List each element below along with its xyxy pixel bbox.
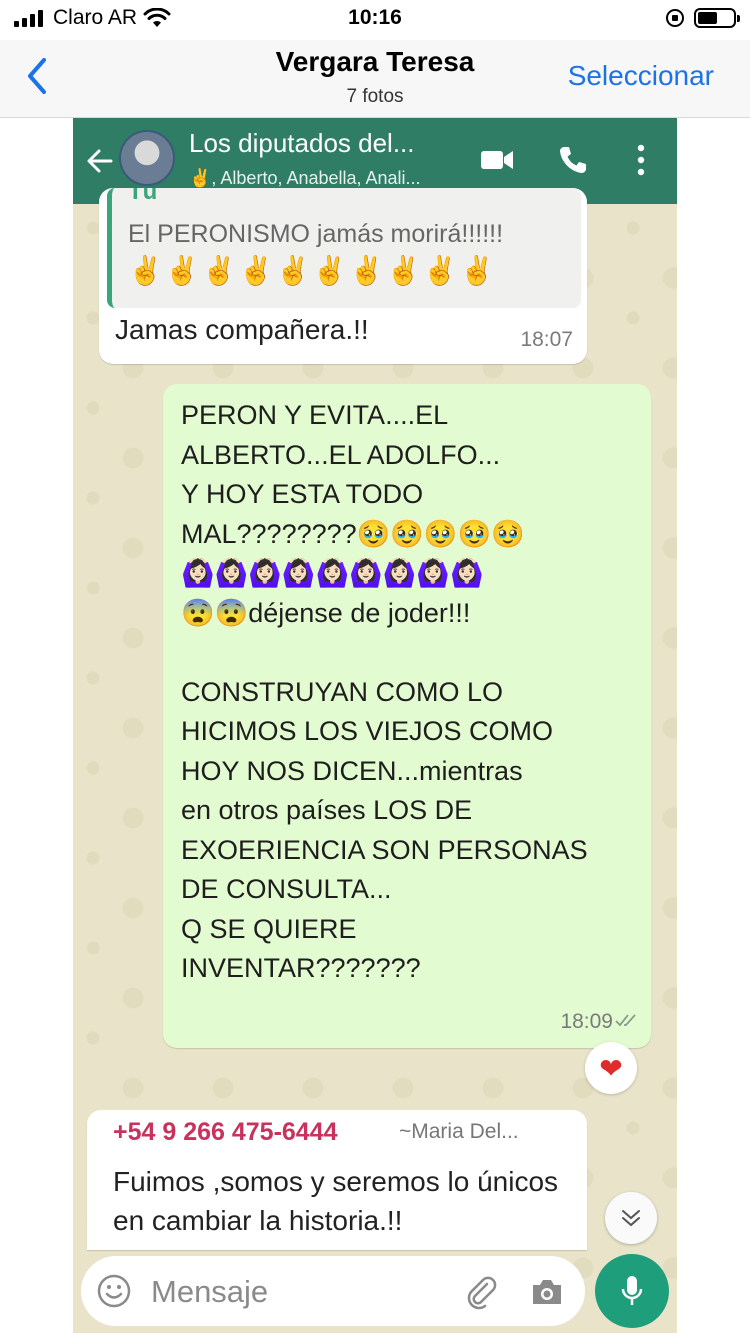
paperclip-icon[interactable] [463, 1274, 499, 1310]
video-call-icon[interactable] [479, 146, 515, 174]
group-members: ✌️, Alberto, Anabella, Anali... [189, 168, 421, 188]
camera-icon[interactable] [529, 1276, 565, 1308]
quoted-emoji: ✌️✌️✌️✌️✌️✌️✌️✌️✌️✌️ [128, 255, 497, 286]
status-right [666, 8, 740, 28]
message-text: Jamas compañera.!! [115, 314, 369, 345]
message-text: PERON Y EVITA....EL ALBERTO...EL ADOLFO.… [181, 400, 588, 983]
sender-phone[interactable]: +54 9 266 475-6444 [113, 1118, 338, 1147]
quoted-text: El PERONISMO jamás morirá!!!!!! [128, 220, 504, 248]
quoted-message[interactable]: Tú El PERONISMO jamás morirá!!!!!! ✌️✌️✌… [107, 188, 581, 308]
arrow-left-icon[interactable] [85, 146, 115, 176]
microphone-icon [621, 1276, 643, 1305]
scroll-down-button[interactable] [605, 1192, 657, 1244]
message-time: 18:09 [560, 1010, 613, 1033]
quoted-author: Tú [128, 188, 158, 205]
heart-reaction-icon[interactable]: ❤ [585, 1042, 637, 1094]
emoji-icon[interactable] [97, 1274, 131, 1308]
microphone-button[interactable] [595, 1254, 669, 1328]
rotation-lock-icon [666, 9, 684, 27]
message-bubble-outgoing[interactable]: PERON Y EVITA....EL ALBERTO...EL ADOLFO.… [163, 384, 651, 1048]
select-button[interactable]: Seleccionar [568, 60, 714, 92]
battery-icon [694, 8, 740, 28]
message-text: Fuimos ,somos y seremos lo únicos en cam… [113, 1166, 559, 1236]
message-input-bar [81, 1256, 585, 1326]
group-avatar[interactable] [119, 130, 175, 186]
message-time: 18:07 [520, 328, 573, 351]
message-bubble-incoming[interactable]: +54 9 266 475-6444 ~Maria Del... Fuimos … [87, 1110, 587, 1250]
phone-call-icon[interactable] [557, 144, 589, 176]
chat-screenshot: Los diputados del... ✌️, Alberto, Anabel… [73, 118, 677, 1333]
status-time: 10:16 [348, 6, 402, 29]
double-chevron-down-icon [622, 1210, 640, 1227]
message-bubble-incoming[interactable]: Tú El PERONISMO jamás morirá!!!!!! ✌️✌️✌… [99, 188, 587, 364]
more-vertical-icon[interactable] [633, 142, 649, 178]
read-ticks-icon [615, 1014, 636, 1027]
photos-nav-bar: Vergara Teresa 7 fotos Seleccionar [0, 40, 750, 118]
sender-name: ~Maria Del... [399, 1120, 519, 1143]
group-title[interactable]: Los diputados del... [189, 128, 459, 159]
status-bar: Claro AR 10:16 [0, 0, 750, 40]
message-input[interactable] [151, 1270, 441, 1314]
